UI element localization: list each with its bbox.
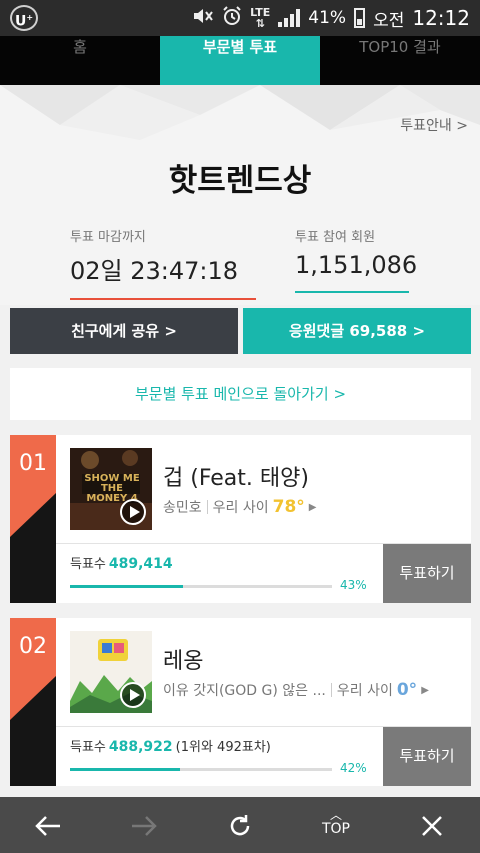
vote-share-fill — [70, 585, 183, 588]
rank-badge: 01 — [10, 435, 56, 603]
rank-badge: 02 — [10, 618, 56, 786]
rank-badge-tail — [10, 676, 56, 720]
play-icon[interactable] — [120, 682, 146, 708]
song-card-1: 01 SHOW ME THE MONEY 4 겁 (Feat. 태양) 송민호 … — [10, 435, 471, 603]
artist-name: 이유 갓지(GOD G) 않은 ... — [163, 683, 326, 699]
relation-label: 우리 사이 — [336, 683, 393, 699]
album-art[interactable] — [70, 631, 152, 713]
back-arrow-icon[interactable] — [0, 797, 96, 853]
signal-icon — [278, 9, 301, 27]
top-tabs: 홈 부문별 투표 TOP10 결과 — [0, 36, 480, 85]
song-title[interactable]: 레옹 — [163, 643, 203, 675]
vote-share-bar — [70, 768, 332, 771]
carrier-logo-icon: U+ — [10, 5, 38, 31]
vote-count-value: 489,414 — [108, 556, 173, 572]
deadline-stat: 투표 마감까지 02일 23:47:18 — [70, 226, 256, 300]
scroll-to-top-button[interactable]: ︿ TOP — [288, 797, 384, 853]
relation-degree: 78° — [272, 497, 305, 517]
top-label: TOP — [321, 821, 350, 837]
chevron-right-icon[interactable]: ▶ — [309, 502, 317, 513]
vote-count-label: 득표수 — [70, 740, 106, 755]
vote-button[interactable]: 투표하기 — [383, 544, 471, 603]
tab-home[interactable]: 홈 — [0, 36, 160, 85]
participants-underline — [295, 291, 409, 293]
deadline-countdown: 02일 23:47:18 — [70, 257, 239, 285]
vote-button[interactable]: 투표하기 — [383, 727, 471, 786]
vote-difference: (1위와 492표차) — [175, 740, 271, 755]
vote-count: 득표수 488,922 (1위와 492표차) — [70, 736, 271, 755]
status-bar: U+ LTE ⇅ 41% 오전 12:12 — [0, 0, 480, 36]
vote-share-percent: 43% — [340, 578, 367, 592]
vote-count-value: 488,922 — [108, 739, 173, 755]
browser-bottom-nav: ︿ TOP — [0, 797, 480, 853]
chevron-right-icon[interactable]: ▶ — [421, 685, 429, 696]
vote-count-label: 득표수 — [70, 557, 106, 572]
status-icons: LTE ⇅ 41% 오전 12:12 — [192, 0, 470, 36]
lte-indicator: LTE ⇅ — [250, 6, 271, 30]
artist-name: 송민호 — [163, 500, 202, 516]
battery-percent: 41% — [308, 8, 347, 28]
play-icon[interactable] — [120, 499, 146, 525]
song-meta: 송민호 우리 사이 78° ▶ — [163, 497, 317, 517]
tab-top10-results[interactable]: TOP10 결과 — [320, 36, 480, 85]
alarm-icon — [222, 6, 242, 30]
vote-count: 득표수 489,414 — [70, 553, 176, 572]
share-with-friends-button[interactable]: 친구에게 공유 > — [10, 308, 238, 354]
meta-separator — [330, 683, 332, 697]
vote-guide-link[interactable]: 투표안내 > — [400, 115, 468, 135]
deadline-label: 투표 마감까지 — [70, 230, 146, 245]
refresh-icon[interactable] — [192, 797, 288, 853]
album-art[interactable]: SHOW ME THE MONEY 4 — [70, 448, 152, 530]
back-to-vote-main-button[interactable]: 부문별 투표 메인으로 돌아가기 > — [10, 368, 471, 420]
rank-number: 01 — [10, 435, 56, 493]
song-meta: 이유 갓지(GOD G) 않은 ... 우리 사이 0° ▶ — [163, 680, 429, 700]
chevron-up-icon: ︿ — [329, 808, 342, 822]
song-title[interactable]: 겁 (Feat. 태양) — [163, 460, 309, 492]
time-ampm: 오전 — [373, 10, 405, 31]
award-header: 투표안내 > 핫트렌드상 투표 마감까지 02일 23:47:18 투표 참여 … — [0, 85, 480, 305]
close-icon[interactable] — [384, 797, 480, 853]
support-comments-button[interactable]: 응원댓글 69,588 > — [243, 308, 471, 354]
battery-icon — [354, 8, 366, 28]
rank-badge-tail — [10, 493, 56, 537]
page-title: 핫트렌드상 — [168, 163, 312, 199]
mute-icon — [192, 7, 214, 29]
vote-share-percent: 42% — [340, 761, 367, 775]
meta-separator — [206, 500, 208, 514]
participants-label: 투표 참여 회원 — [295, 230, 376, 245]
song-card-2: 02 레옹 이유 갓지(GOD G) 않은 ... 우리 사이 0° ▶ 득표수… — [10, 618, 471, 786]
participants-count: 1,151,086 — [295, 251, 418, 279]
forward-arrow-icon[interactable] — [96, 797, 192, 853]
rank-number: 02 — [10, 618, 56, 676]
vote-share-fill — [70, 768, 181, 771]
participants-stat: 투표 참여 회원 1,151,086 — [295, 226, 418, 293]
deadline-underline — [70, 298, 256, 300]
vote-share-bar — [70, 585, 332, 588]
relation-label: 우리 사이 — [212, 500, 269, 516]
tab-category-vote[interactable]: 부문별 투표 — [160, 36, 320, 85]
relation-degree: 0° — [396, 680, 418, 700]
clock-time: 12:12 — [412, 6, 470, 30]
